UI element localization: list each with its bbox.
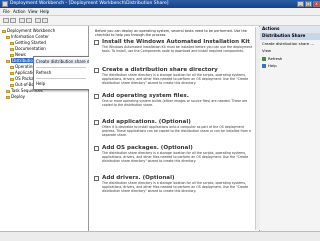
forward-icon[interactable] [10, 18, 16, 23]
folder-icon [2, 29, 6, 33]
menu-action[interactable]: Action [13, 9, 26, 14]
context-refresh[interactable]: Refresh [36, 70, 51, 75]
folder-icon [6, 59, 10, 63]
page-icon [10, 47, 14, 51]
actions-header: Actions [260, 26, 320, 33]
folder-icon [6, 95, 10, 99]
menu-file[interactable]: File [3, 9, 10, 14]
actions-group-header[interactable]: Distribution Share [260, 33, 320, 40]
context-create-share[interactable]: Create distribution share directory [34, 59, 105, 64]
menu-bar: File Action View Help [0, 8, 320, 16]
checklist-description: The distribution share directory is a st… [102, 181, 249, 193]
checklist-description: Often it is desirable to install applica… [102, 125, 251, 137]
checkbox[interactable] [94, 120, 99, 125]
maximize-button[interactable]: □ [305, 1, 312, 7]
toolbar [0, 16, 320, 26]
context-menu: Create distribution share directory Refr… [33, 56, 105, 90]
help-icon [262, 64, 266, 68]
minimize-button[interactable]: _ [297, 1, 304, 7]
action-refresh[interactable]: Refresh [262, 56, 319, 62]
page-icon [10, 53, 14, 57]
checklist-item: Create a distribution share directory Th… [94, 67, 256, 95]
folder-icon [10, 77, 14, 81]
checklist-description: The distribution share directory is a st… [102, 151, 249, 163]
folder-icon [10, 65, 14, 69]
context-help[interactable]: Help [36, 81, 45, 86]
checkbox[interactable] [94, 176, 99, 181]
checklist-item: Add OS packages. (Optional) The distribu… [94, 145, 256, 177]
folder-icon [10, 83, 14, 87]
back-icon[interactable] [3, 18, 9, 23]
refresh-icon [262, 57, 266, 61]
checkbox[interactable] [94, 146, 99, 151]
folder-icon [6, 35, 10, 39]
tree-item[interactable]: Deploy [6, 94, 25, 100]
help-icon[interactable] [42, 18, 48, 23]
checklist-pane: Before you can deploy an operating syste… [89, 26, 260, 231]
checklist-item: Install the Windows Automated Installati… [94, 39, 256, 67]
close-button[interactable]: x [313, 1, 320, 7]
checkbox[interactable] [94, 94, 99, 99]
checklist-description: The distribution share directory is a st… [102, 73, 249, 85]
menu-divider [36, 67, 86, 68]
show-hide-tree-icon[interactable] [26, 18, 32, 23]
checklist-item: Add operating system files. One or more … [94, 93, 256, 119]
up-icon[interactable] [19, 18, 25, 23]
action-create-share[interactable]: Create distribution share ... [262, 41, 319, 47]
title-bar: Deployment Workbench - [Deployment Workb… [0, 0, 320, 8]
checkbox[interactable] [94, 40, 99, 45]
actions-pane: Actions Distribution Share Create distri… [260, 26, 320, 231]
intro-text: Before you can deploy an operating syste… [95, 29, 247, 37]
checklist-description: One or more operating system builds (eit… [102, 99, 248, 107]
menu-divider [36, 78, 86, 79]
action-view[interactable]: View [262, 48, 319, 54]
menu-view[interactable]: View [28, 9, 38, 14]
checklist-description: The Windows Automated Installation Kit m… [102, 45, 253, 53]
menu-help[interactable]: Help [40, 9, 49, 14]
page-icon [10, 41, 14, 45]
checkbox[interactable] [94, 68, 99, 73]
app-icon [2, 1, 8, 7]
checklist-item: Add drivers. (Optional) The distribution… [94, 175, 256, 209]
action-help[interactable]: Help [262, 63, 319, 69]
folder-icon [10, 71, 14, 75]
window-title: Deployment Workbench - [Deployment Workb… [10, 1, 169, 6]
folder-icon [6, 89, 10, 93]
refresh-icon[interactable] [35, 18, 41, 23]
